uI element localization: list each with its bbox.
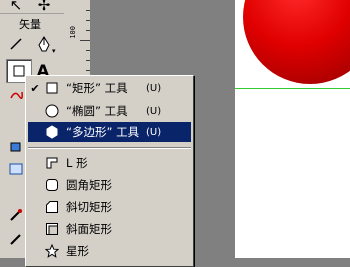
checkmark-icon: ✔ [30,81,40,95]
menu-item-ellipse-tool[interactable]: “椭圆” 工具 (U) [28,101,191,121]
rounded-rectangle-icon [45,178,59,192]
chamfered-rectangle-icon [45,222,59,236]
menu-item-shortcut: (U) [146,105,162,117]
menu-item-label: “多边形” 工具 [66,125,140,139]
polygon-icon [45,125,59,139]
menu-item-polygon-tool[interactable]: “多边形” 工具 (U) [28,122,191,142]
menu-item-label: L 形 [66,156,88,170]
menu-item-label: “椭圆” 工具 [66,104,128,118]
beveled-rectangle-icon [45,200,59,214]
menu-item-beveled-rectangle[interactable]: 斜切矩形 [28,197,191,217]
menu-item-rounded-rectangle[interactable]: 圆角矩形 [28,175,191,195]
document-stage[interactable] [235,0,350,258]
menu-item-l-shape[interactable]: L 形 [28,153,191,173]
menu-item-shortcut: (U) [146,82,162,94]
menu-item-shortcut: (U) [146,126,162,138]
menu-item-star[interactable]: 星形 [28,241,191,261]
pen-flyout-arrow-icon: ▾ [52,47,56,55]
menu-item-label: 星形 [66,244,89,258]
vector-section-label: 矢量 [19,18,41,31]
menu-item-rectangle-tool[interactable]: ✔ “矩形” 工具 (U) [28,78,191,98]
ruler-label-100: 100 [69,26,77,39]
menu-separator [28,147,191,149]
shape-tool-flyout-menu: ✔ “矩形” 工具 (U) “椭圆” 工具 (U) “多边形” 工具 (U) L… [25,75,194,267]
menu-item-label: 斜切矩形 [66,200,112,214]
rectangle-icon [45,81,59,95]
line-tool-icon[interactable] [4,33,28,55]
ruler-tick [80,40,90,41]
star-icon [45,244,59,258]
l-shape-icon [45,156,59,170]
red-circle-shape[interactable] [243,0,350,84]
toolbar-divider [0,13,64,14]
menu-item-label: 圆角矩形 [66,178,112,192]
menu-item-label: 斜面矩形 [66,222,112,236]
menu-item-label: “矩形” 工具 [66,81,128,95]
ellipse-icon [45,104,59,118]
menu-item-chamfered-rectangle[interactable]: 斜面矩形 [28,219,191,239]
green-guide-line[interactable] [235,88,350,89]
